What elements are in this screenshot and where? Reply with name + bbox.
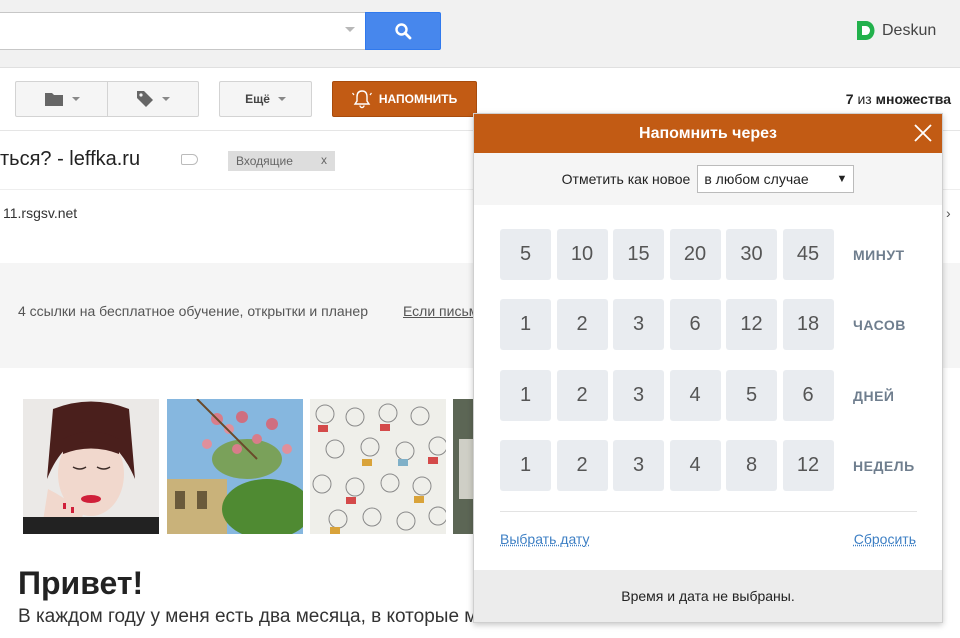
preheader-text: 4 ссылки на бесплатное обучение, открытк… bbox=[18, 303, 368, 319]
mark-as-new-value: в любом случае bbox=[704, 171, 809, 187]
photo-partial bbox=[453, 399, 475, 534]
chevron-down-icon bbox=[162, 97, 170, 101]
close-icon[interactable] bbox=[913, 123, 933, 143]
interval-days-1[interactable]: 1 bbox=[500, 370, 551, 421]
popup-title: Напомнить через bbox=[639, 124, 777, 142]
count-total: множества bbox=[875, 91, 951, 107]
minutes-row: 5 10 15 20 30 45 МИНУТ bbox=[500, 229, 905, 280]
importance-marker-icon[interactable] bbox=[181, 154, 198, 165]
chevron-right-icon[interactable]: › bbox=[946, 205, 951, 221]
email-greeting: Привет! bbox=[18, 565, 144, 601]
weeks-row: 1 2 3 4 8 12 НЕДЕЛЬ bbox=[500, 440, 915, 491]
interval-minutes-20[interactable]: 20 bbox=[669, 229, 721, 280]
search-button[interactable] bbox=[365, 12, 441, 50]
interval-weeks-3[interactable]: 3 bbox=[613, 440, 664, 491]
label-chip-text: Входящие bbox=[236, 154, 293, 168]
dropdown-arrow-icon: ▼ bbox=[836, 173, 848, 185]
deskun-logo-icon bbox=[857, 21, 875, 40]
move-to-folder-button[interactable] bbox=[15, 81, 108, 117]
mark-as-new-row: Отметить как новое в любом случае ▼ bbox=[474, 153, 942, 205]
sender-address: 11.rsgsv.net bbox=[3, 205, 78, 221]
hours-row: 1 2 3 6 12 18 ЧАСОВ bbox=[500, 299, 906, 350]
unit-minutes: МИНУТ bbox=[853, 246, 905, 263]
unit-hours: ЧАСОВ bbox=[853, 316, 906, 333]
more-button[interactable]: Ещё bbox=[219, 81, 312, 117]
interval-days-4[interactable]: 4 bbox=[669, 370, 721, 421]
deskun-brand[interactable]: Deskun bbox=[856, 20, 936, 41]
interval-hours-1[interactable]: 1 bbox=[500, 299, 551, 350]
interval-weeks-12[interactable]: 12 bbox=[782, 440, 834, 491]
interval-weeks-8[interactable]: 8 bbox=[726, 440, 777, 491]
mark-as-new-select[interactable]: в любом случае ▼ bbox=[697, 165, 855, 193]
tag-icon bbox=[137, 91, 153, 107]
pick-date-link[interactable]: Выбрать дату bbox=[500, 531, 590, 547]
chevron-down-icon bbox=[277, 97, 286, 101]
chevron-down-icon bbox=[71, 97, 80, 101]
interval-minutes-5[interactable]: 5 bbox=[500, 229, 551, 280]
more-label: Ещё bbox=[245, 92, 270, 106]
interval-days-6[interactable]: 6 bbox=[782, 370, 834, 421]
popup-status: Время и дата не выбраны. bbox=[474, 570, 942, 622]
reset-link[interactable]: Сбросить bbox=[854, 531, 916, 547]
photo-blossom-house bbox=[167, 399, 303, 534]
interval-hours-12[interactable]: 12 bbox=[726, 299, 777, 350]
interval-minutes-45[interactable]: 45 bbox=[782, 229, 834, 280]
interval-minutes-15[interactable]: 15 bbox=[613, 229, 664, 280]
remind-label: НАПОМНИТЬ bbox=[378, 92, 458, 106]
interval-days-5[interactable]: 5 bbox=[726, 370, 777, 421]
interval-hours-18[interactable]: 18 bbox=[782, 299, 834, 350]
search-icon bbox=[395, 23, 412, 40]
interval-hours-6[interactable]: 6 bbox=[669, 299, 721, 350]
popup-header: Напомнить через bbox=[474, 114, 942, 153]
label-chip-remove[interactable]: x bbox=[321, 153, 327, 167]
photo-woman-portrait bbox=[23, 399, 159, 534]
photo-cat-pattern bbox=[310, 399, 446, 534]
interval-days-3[interactable]: 3 bbox=[613, 370, 664, 421]
popup-divider bbox=[500, 511, 917, 512]
bell-icon bbox=[351, 90, 372, 109]
top-search-bar: Deskun bbox=[0, 0, 960, 68]
label-chip-inbox[interactable]: Входящие x bbox=[228, 151, 335, 171]
interval-hours-3[interactable]: 3 bbox=[613, 299, 664, 350]
interval-weeks-1[interactable]: 1 bbox=[500, 440, 551, 491]
labels-button[interactable] bbox=[107, 81, 199, 117]
search-input[interactable] bbox=[0, 12, 366, 50]
brand-name: Deskun bbox=[882, 21, 937, 39]
days-row: 1 2 3 4 5 6 ДНЕЙ bbox=[500, 370, 894, 421]
count-number: 7 bbox=[845, 91, 854, 107]
interval-minutes-10[interactable]: 10 bbox=[556, 229, 608, 280]
preheader-view-link[interactable]: Если письмо откройте его bbox=[403, 299, 473, 323]
interval-days-2[interactable]: 2 bbox=[556, 370, 608, 421]
search-options-caret[interactable] bbox=[345, 27, 355, 32]
count-mid: из bbox=[857, 91, 872, 107]
unit-days: ДНЕЙ bbox=[853, 387, 895, 404]
interval-weeks-2[interactable]: 2 bbox=[556, 440, 608, 491]
interval-weeks-4[interactable]: 4 bbox=[669, 440, 721, 491]
remind-popup: Напомнить через Отметить как новое в люб… bbox=[473, 113, 943, 623]
interval-minutes-30[interactable]: 30 bbox=[726, 229, 777, 280]
email-subject: ться? - leffka.ru bbox=[0, 148, 141, 170]
status-text: Время и дата не выбраны. bbox=[621, 588, 795, 604]
unit-weeks: НЕДЕЛЬ bbox=[853, 457, 915, 474]
mark-as-new-label: Отметить как новое bbox=[561, 171, 691, 187]
folder-icon bbox=[44, 93, 63, 106]
interval-hours-2[interactable]: 2 bbox=[556, 299, 608, 350]
remind-button[interactable]: НАПОМНИТЬ bbox=[332, 81, 477, 117]
message-count: 7 из множества bbox=[846, 91, 951, 107]
